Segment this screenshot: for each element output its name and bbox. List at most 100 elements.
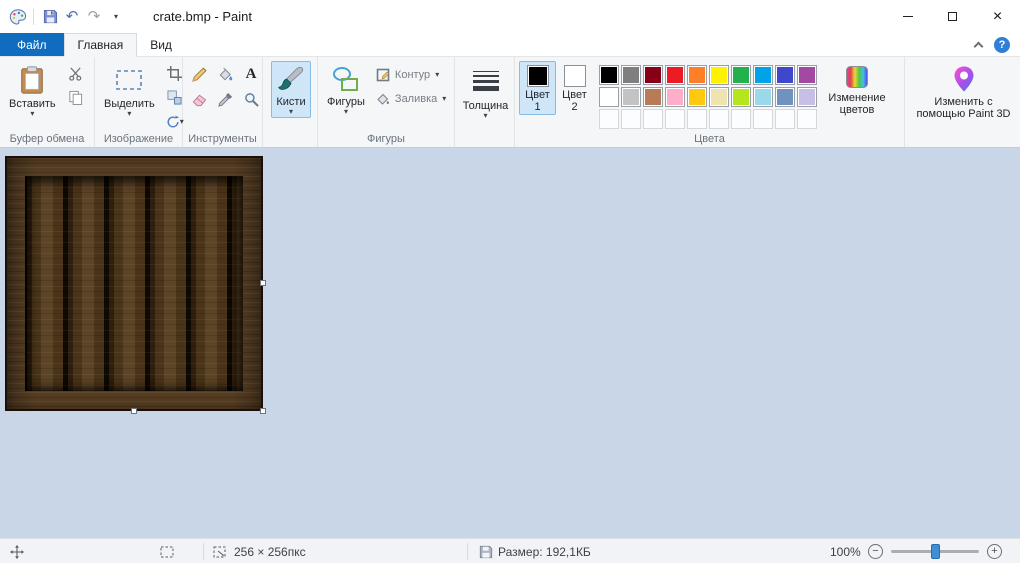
palette-swatch[interactable] <box>665 65 685 85</box>
chevron-down-icon: ▾ <box>435 70 440 79</box>
pencil-tool-button[interactable] <box>187 64 211 85</box>
palette-swatch[interactable] <box>753 87 773 107</box>
palette-swatch[interactable] <box>687 65 707 85</box>
line-thickness-icon <box>472 65 499 97</box>
tab-view[interactable]: Вид <box>137 33 185 56</box>
size-button[interactable]: Толщина ▾ <box>458 61 514 122</box>
scissors-icon <box>69 67 82 81</box>
minimize-button[interactable] <box>885 0 930 33</box>
canvas-image-crate[interactable] <box>5 156 263 411</box>
zoom-slider-wrap <box>891 539 979 563</box>
chevron-up-icon <box>973 41 984 51</box>
edit-colors-button[interactable]: Изменение цветов <box>821 61 893 118</box>
collapse-ribbon-button[interactable] <box>973 40 984 51</box>
zoom-level-text: 100% <box>830 544 861 559</box>
outline-label: Контур <box>394 69 431 81</box>
palette-swatch[interactable] <box>665 87 685 107</box>
shapes-group-label: Фигуры <box>367 133 405 145</box>
resize-icon <box>167 90 182 105</box>
palette-swatch[interactable] <box>665 109 685 129</box>
help-button[interactable]: ? <box>994 36 1010 53</box>
undo-button[interactable]: ↶ <box>61 6 83 28</box>
paint3d-icon <box>954 66 973 92</box>
select-button[interactable]: Выделить ▾ <box>99 61 160 120</box>
cut-button[interactable] <box>64 63 88 84</box>
magnifier-tool-button[interactable] <box>239 89 263 110</box>
zoom-slider[interactable] <box>891 544 979 559</box>
palette-swatch[interactable] <box>731 109 751 129</box>
palette-swatch[interactable] <box>599 109 619 129</box>
palette-swatch[interactable] <box>643 65 663 85</box>
paint-app-icon[interactable] <box>8 7 28 27</box>
palette-swatch[interactable] <box>687 109 707 129</box>
statusbar: 256 × 256пкс Размер: 192,1КБ 100% − + <box>0 538 1020 563</box>
zoom-slider-thumb[interactable] <box>931 544 940 559</box>
image-group-label: Изображение <box>103 133 174 145</box>
palette-swatch[interactable] <box>599 65 619 85</box>
color1-label: Цвет 1 <box>525 89 550 113</box>
quick-access-customize-button[interactable]: ▾ <box>105 6 127 28</box>
palette-swatch[interactable] <box>753 65 773 85</box>
palette-swatch[interactable] <box>731 87 751 107</box>
canvas-area[interactable] <box>0 148 1020 538</box>
shapes-button[interactable]: Фигуры ▾ <box>322 61 370 118</box>
palette-swatch[interactable] <box>797 87 817 107</box>
brushes-button[interactable]: Кисти ▾ <box>271 61 311 118</box>
palette-swatch[interactable] <box>643 87 663 107</box>
text-tool-button[interactable]: A <box>239 64 263 85</box>
fill-tool-button[interactable] <box>213 64 237 85</box>
file-size-text: Размер: 192,1КБ <box>498 544 591 559</box>
palette-swatch[interactable] <box>775 65 795 85</box>
eraser-tool-button[interactable] <box>187 89 211 110</box>
chevron-down-icon: ▾ <box>288 107 293 116</box>
outline-dropdown[interactable]: Контур ▾ <box>376 65 446 85</box>
color1-button[interactable]: Цвет 1 <box>519 61 556 115</box>
color-picker-tool-button[interactable] <box>213 89 237 110</box>
copy-button[interactable] <box>64 87 88 108</box>
colors-group-label: Цвета <box>694 133 725 145</box>
palette-swatch[interactable] <box>643 109 663 129</box>
zoom-out-button[interactable]: − <box>868 544 883 559</box>
clipboard-small-buttons <box>64 63 88 108</box>
edit-with-paint3d-button[interactable]: Изменить с помощью Paint 3D <box>912 61 1016 122</box>
statusbar-divider <box>467 543 468 560</box>
palette-swatch[interactable] <box>621 109 641 129</box>
tools-group-label: Инструменты <box>188 133 257 145</box>
canvas-resize-handle-right[interactable] <box>260 280 266 286</box>
palette-swatch[interactable] <box>709 65 729 85</box>
fill-dropdown[interactable]: Заливка ▾ <box>376 89 446 109</box>
outline-icon <box>376 68 390 82</box>
color2-button[interactable]: Цвет 2 <box>556 61 593 115</box>
palette-swatch[interactable] <box>797 109 817 129</box>
palette-swatch[interactable] <box>709 109 729 129</box>
tab-home[interactable]: Главная <box>63 33 138 57</box>
palette-swatch[interactable] <box>621 65 641 85</box>
chevron-down-icon: ▾ <box>113 11 118 21</box>
maximize-button[interactable] <box>930 0 975 33</box>
zoom-in-button[interactable]: + <box>987 544 1002 559</box>
redo-button[interactable]: ↷ <box>83 6 105 28</box>
brush-icon <box>278 66 304 90</box>
close-button[interactable]: × <box>975 0 1020 33</box>
minimize-icon <box>902 16 913 17</box>
palette-swatch[interactable] <box>731 65 751 85</box>
edit-colors-label: Изменение цветов <box>828 92 886 116</box>
palette-swatch[interactable] <box>599 87 619 107</box>
shapes-group: Фигуры ▾ Контур ▾ Заливка ▾ Фигуры <box>318 57 455 147</box>
save-button[interactable] <box>39 6 61 28</box>
canvas-resize-handle-bottom[interactable] <box>131 408 137 414</box>
palette-swatch[interactable] <box>709 87 729 107</box>
palette-swatch[interactable] <box>775 87 795 107</box>
window-title: crate.bmp - Paint <box>153 9 252 24</box>
chevron-down-icon: ▾ <box>483 111 488 120</box>
canvas-resize-handle-corner[interactable] <box>260 408 266 414</box>
palette-swatch[interactable] <box>775 109 795 129</box>
palette-swatch[interactable] <box>687 87 707 107</box>
paste-button[interactable]: Вставить ▾ <box>4 61 61 120</box>
palette-swatch[interactable] <box>753 109 773 129</box>
zoom-out-wrap: − <box>868 539 883 563</box>
statusbar-divider <box>203 543 204 560</box>
tab-file[interactable]: Файл <box>0 33 64 56</box>
palette-swatch[interactable] <box>621 87 641 107</box>
palette-swatch[interactable] <box>797 65 817 85</box>
